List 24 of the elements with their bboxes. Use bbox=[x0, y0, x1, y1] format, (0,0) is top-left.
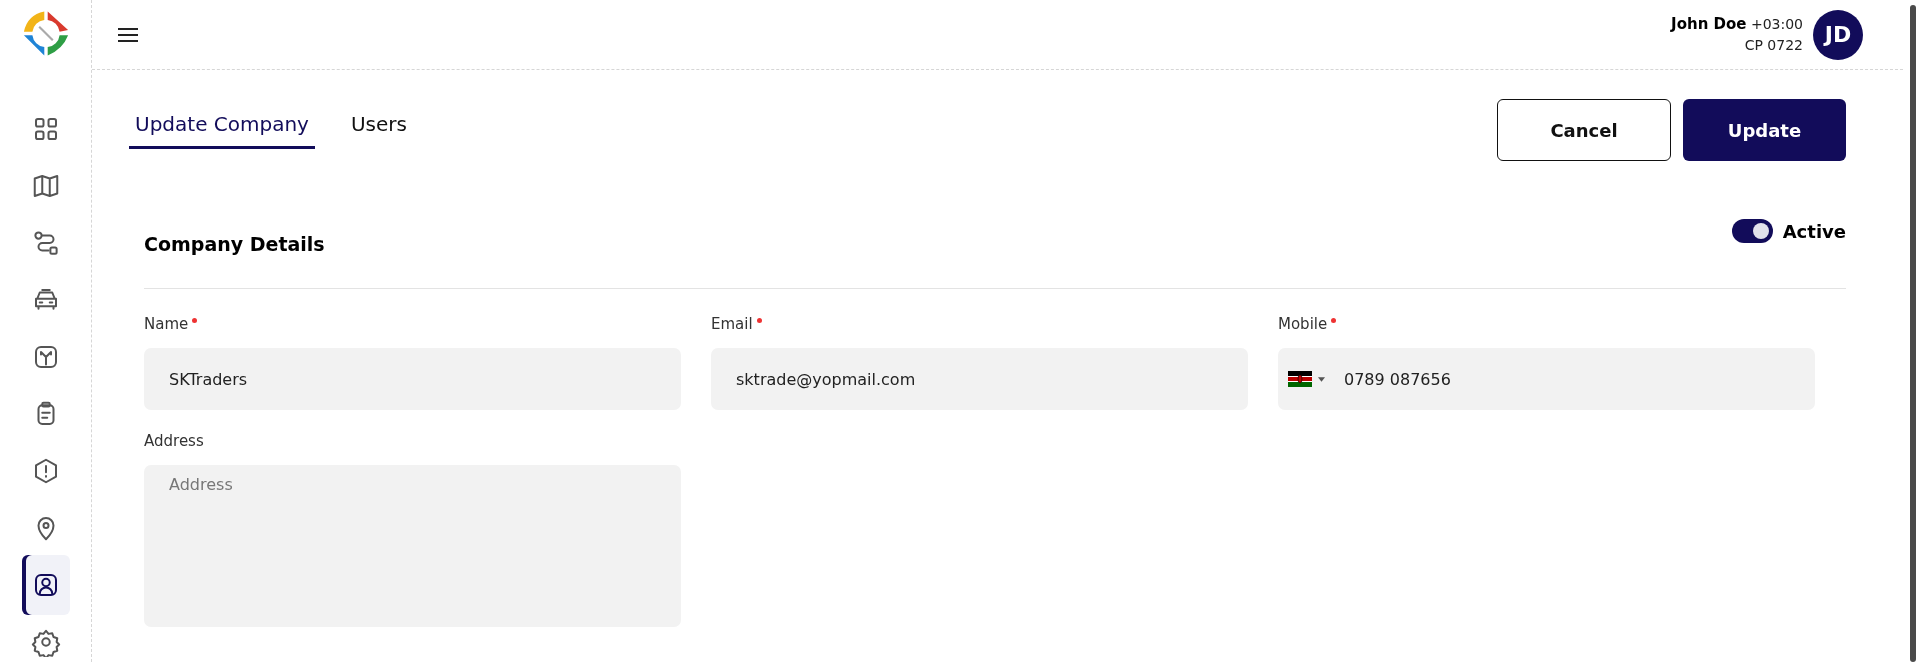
field-label: Address bbox=[144, 432, 204, 450]
status-toggle[interactable] bbox=[1731, 219, 1773, 243]
tab[interactable]: Users bbox=[344, 108, 413, 149]
text-field[interactable]: SKTraders bbox=[144, 348, 681, 410]
toggle-label: Active bbox=[1782, 220, 1846, 242]
user-avatar[interactable]: JD bbox=[1813, 9, 1863, 60]
mobile-field[interactable]: 0789 087656 bbox=[1278, 348, 1815, 410]
tab[interactable]: Update Company bbox=[129, 108, 315, 149]
text-field[interactable]: sktrade@yopmail.com bbox=[711, 348, 1248, 410]
field-label: Name bbox=[144, 315, 189, 333]
scrollbar[interactable] bbox=[1910, 5, 1916, 662]
timezone: +03:00 bbox=[1750, 15, 1803, 32]
section-title: Company Details bbox=[144, 232, 325, 255]
update-button[interactable]: Update bbox=[1683, 99, 1846, 161]
flag-icon bbox=[1288, 371, 1312, 387]
field-label: Email bbox=[711, 315, 753, 333]
user-code: CP 0722 bbox=[1743, 35, 1803, 55]
caret-icon[interactable] bbox=[1318, 377, 1325, 382]
address-field[interactable]: Address bbox=[144, 465, 681, 627]
settings-icon bbox=[30, 627, 61, 657]
user-name: John Doe bbox=[1671, 14, 1747, 33]
sidebar-item[interactable] bbox=[21, 555, 70, 615]
cancel-button[interactable]: Cancel bbox=[1497, 99, 1671, 161]
field-label: Mobile bbox=[1278, 315, 1328, 333]
